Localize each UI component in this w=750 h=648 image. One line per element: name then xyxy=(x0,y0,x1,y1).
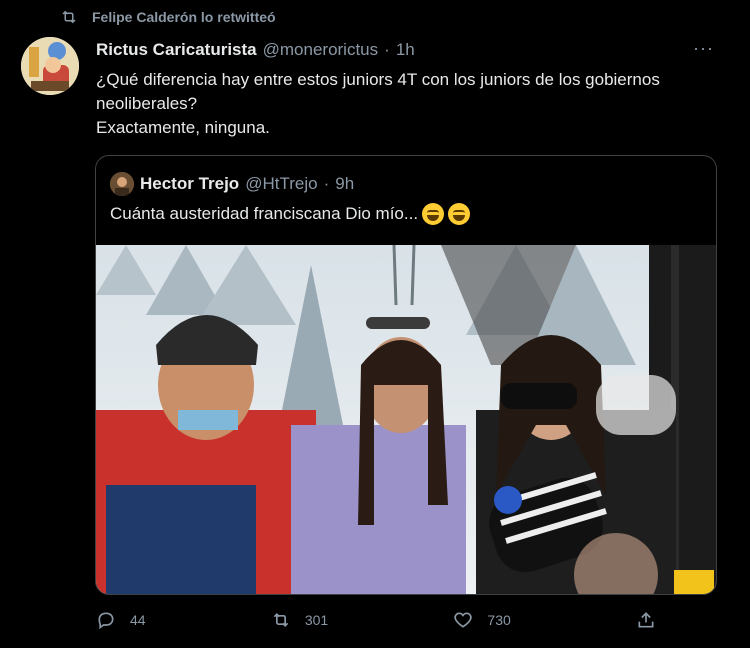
retweet-icon xyxy=(273,612,289,628)
author-handle[interactable]: @monerorictus xyxy=(263,40,379,60)
author-name[interactable]: Rictus Caricaturista xyxy=(96,40,257,60)
reply-button[interactable]: 44 xyxy=(96,610,146,630)
quoted-text: Cuánta austeridad franciscana Dio mío... xyxy=(110,204,419,223)
quoted-tweet[interactable]: Hector Trejo @HtTrejo · 9h Cuánta auster… xyxy=(95,155,717,595)
tears-of-joy-emoji-icon xyxy=(448,203,471,225)
quoted-tweet-photo[interactable] xyxy=(96,245,716,594)
quoted-author-handle: @HtTrejo xyxy=(245,174,318,193)
retweet-icon xyxy=(62,10,76,24)
like-count: 730 xyxy=(487,612,511,628)
reply-icon xyxy=(98,612,114,630)
retweet-indicator: Felipe Calderón lo retwitteó xyxy=(60,8,276,26)
tweet-text: ¿Qué diferencia hay entre estos juniors … xyxy=(96,68,716,140)
tears-of-joy-emoji-icon xyxy=(422,203,445,225)
retweeted-by-label[interactable]: Felipe Calderón lo retwitteó xyxy=(92,9,276,25)
quoted-timestamp: 9h xyxy=(335,174,355,193)
tweet-text-line: Exactamente, ninguna. xyxy=(96,118,270,137)
separator-dot: · xyxy=(323,174,330,193)
more-options-icon[interactable]: ··· xyxy=(693,38,714,59)
author-avatar[interactable] xyxy=(21,37,79,95)
retweet-count: 301 xyxy=(304,612,329,628)
quoted-author-name: Hector Trejo xyxy=(140,174,240,193)
retweet-button[interactable]: 301 xyxy=(271,610,328,630)
like-button[interactable]: 730 xyxy=(453,610,511,630)
quoted-tweet-header: Hector Trejo @HtTrejo · 9h xyxy=(110,172,354,196)
tweet-actions: 44 301 730 xyxy=(96,610,656,630)
tweet-header: Rictus Caricaturista @monerorictus · 1h xyxy=(96,40,415,60)
share-button[interactable] xyxy=(636,610,656,630)
reply-count: 44 xyxy=(130,612,146,628)
quoted-author-avatar xyxy=(110,172,134,196)
quoted-tweet-text: Cuánta austeridad franciscana Dio mío... xyxy=(110,203,471,225)
share-icon xyxy=(638,612,654,628)
heart-icon xyxy=(454,612,473,628)
tweet-timestamp[interactable]: 1h xyxy=(396,40,415,60)
tweet-text-line: ¿Qué diferencia hay entre estos juniors … xyxy=(96,70,660,113)
separator-dot: · xyxy=(384,40,390,59)
